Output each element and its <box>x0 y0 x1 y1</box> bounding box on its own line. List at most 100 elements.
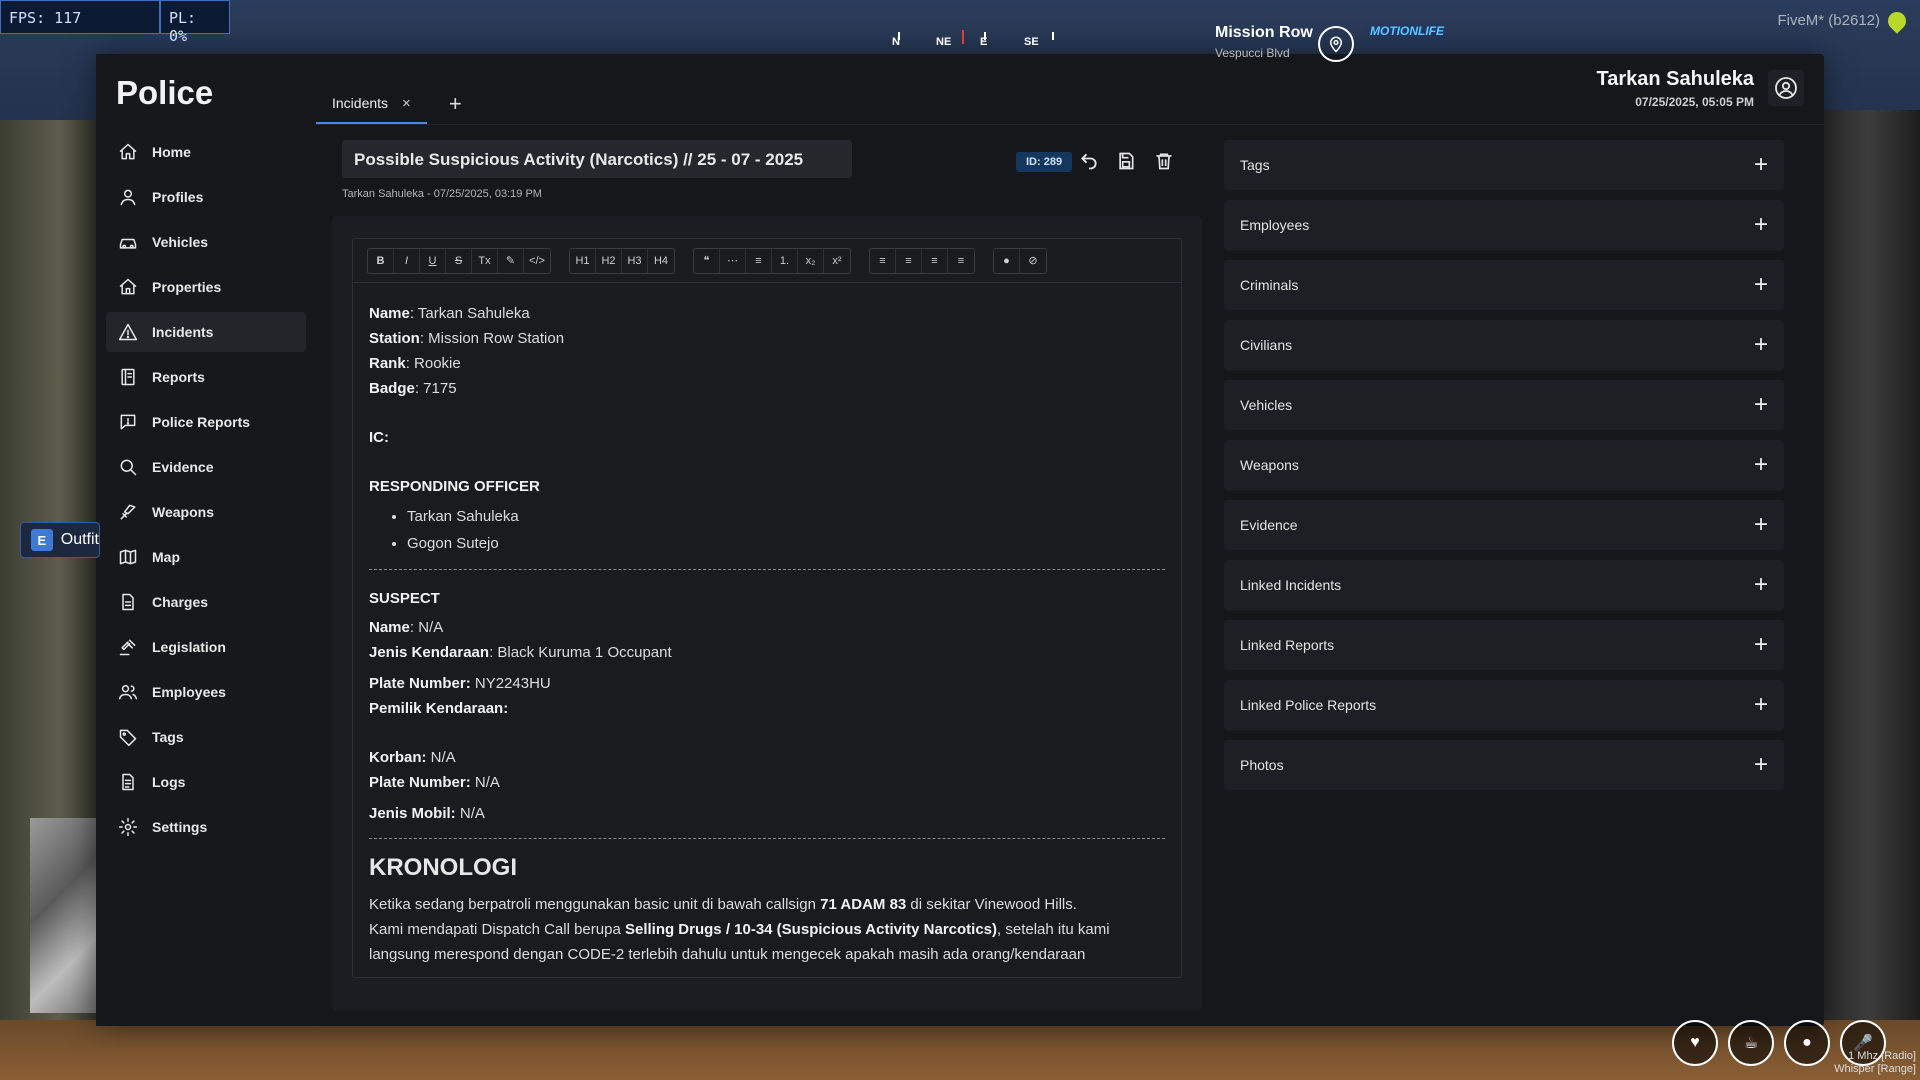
sidebar-item-weapons[interactable]: Weapons <box>106 492 306 532</box>
strike-button[interactable]: S <box>446 248 472 273</box>
bullet-list-button[interactable]: ≡ <box>746 248 772 273</box>
section-criminals: Criminals + <box>1224 260 1784 310</box>
sidebar-item-logs[interactable]: Logs <box>106 762 306 802</box>
user-name: Tarkan Sahuleka <box>1596 68 1754 90</box>
plus-icon[interactable]: + <box>1754 511 1768 539</box>
sidebar: Police Home Profiles Vehicles Properties Inc… <box>96 54 316 1026</box>
save-button[interactable] <box>1113 148 1139 174</box>
victim-label: Korban: <box>369 749 427 766</box>
compass-e: E <box>980 36 988 48</box>
user-icon <box>120 189 136 206</box>
incident-meta: Tarkan Sahuleka - 07/25/2025, 03:19 PM <box>342 188 542 200</box>
sidebar-item-label: Vehicles <box>152 234 209 250</box>
sidebar-item-evidence[interactable]: Evidence <box>106 447 306 487</box>
list-item: Gogon Sutejo <box>407 530 1165 557</box>
clear-format-button[interactable]: Tx <box>472 248 498 273</box>
delete-button[interactable] <box>1151 148 1177 174</box>
bold-button[interactable]: B <box>368 248 394 273</box>
sidebar-item-charges[interactable]: Charges <box>106 582 306 622</box>
fivem-icon <box>1884 8 1910 34</box>
horizontal-rule-button[interactable]: ⋯ <box>720 248 746 273</box>
sidebar-item-vehicles[interactable]: Vehicles <box>106 222 306 262</box>
voice-status: 1 Mhz [Radio] Whisper [Range] <box>1834 1050 1916 1076</box>
sidebar-item-label: Evidence <box>152 459 214 475</box>
police-mdt-window: Police Home Profiles Vehicles Properties Inc… <box>96 54 1824 1026</box>
sidebar-item-label: Reports <box>152 369 205 385</box>
avatar[interactable] <box>1768 70 1804 106</box>
house-icon <box>119 278 137 295</box>
sidebar-item-home[interactable]: Home <box>106 132 306 172</box>
editor-content[interactable]: Name: Tarkan Sahuleka Station: Mission R… <box>353 283 1181 977</box>
sidebar-item-properties[interactable]: Properties <box>106 267 306 307</box>
compass-ne: NE <box>936 36 952 48</box>
italic-button[interactable]: I <box>394 248 420 273</box>
plus-icon[interactable]: + <box>1754 451 1768 479</box>
sidebar-item-tags[interactable]: Tags <box>106 717 306 757</box>
divider <box>369 569 1165 570</box>
section-photos: Photos + <box>1224 740 1784 790</box>
victim-car-value: N/A <box>455 805 485 822</box>
sidebar-item-reports[interactable]: Reports <box>106 357 306 397</box>
plus-icon[interactable]: + <box>1754 751 1768 779</box>
victim-value: N/A <box>426 749 456 766</box>
ordered-list-button[interactable]: 1. <box>772 248 798 273</box>
plus-icon[interactable]: + <box>1754 631 1768 659</box>
responding-officer-heading: RESPONDING OFFICER <box>369 478 540 495</box>
code-button[interactable]: </> <box>524 249 550 273</box>
gear-icon <box>118 817 138 837</box>
sidebar-item-profiles[interactable]: Profiles <box>106 177 306 217</box>
plus-icon[interactable]: + <box>1754 211 1768 239</box>
rank-label: Rank <box>369 355 406 372</box>
compass: N NE E SE <box>870 28 1060 54</box>
interaction-prompt: E Outfit <box>20 522 100 558</box>
incident-editor-column: Possible Suspicious Activity (Narcotics)… <box>332 140 1202 1010</box>
quote-button[interactable]: ❝ <box>694 248 720 273</box>
sidebar-item-employees[interactable]: Employees <box>106 672 306 712</box>
sidebar-item-police-reports[interactable]: Police Reports <box>106 402 306 442</box>
align-group: ≡ ≡ ≡ ≡ <box>869 247 975 274</box>
subscript-button[interactable]: x₂ <box>798 248 824 273</box>
sidebar-item-legislation[interactable]: Legislation <box>106 627 306 667</box>
tab-close-icon[interactable]: × <box>402 95 411 112</box>
badge-value: : 7175 <box>414 380 457 397</box>
h2-button[interactable]: H2 <box>596 248 622 273</box>
suspect-owner-label: Pemilik Kendaraan: <box>369 700 509 717</box>
tab-incidents[interactable]: Incidents × <box>316 84 427 124</box>
suspect-plate-value: NY2243HU <box>470 675 551 692</box>
align-center-button[interactable]: ≡ <box>896 248 922 273</box>
victim-plate-label: Plate Number: <box>369 774 471 791</box>
sidebar-item-map[interactable]: Map <box>106 537 306 577</box>
sidebar-item-label: Police Reports <box>152 414 251 430</box>
add-tab-button[interactable]: + <box>449 84 462 124</box>
h4-button[interactable]: H4 <box>648 249 674 273</box>
rich-text-editor[interactable]: B I U S Tx ✎ </> H1 H2 H3 H4 ❝ ⋯ ≡ 1. x₂… <box>352 238 1182 978</box>
log-icon <box>122 773 134 791</box>
plus-icon[interactable]: + <box>1754 271 1768 299</box>
align-left-button[interactable]: ≡ <box>870 248 896 273</box>
h3-button[interactable]: H3 <box>622 248 648 273</box>
plus-icon[interactable]: + <box>1754 151 1768 179</box>
officer-list: Tarkan Sahuleka Gogon Sutejo <box>407 503 1165 557</box>
undo-button[interactable] <box>1076 148 1102 174</box>
plus-icon[interactable]: + <box>1754 691 1768 719</box>
clear-color-button[interactable]: ⊘ <box>1020 249 1046 273</box>
sidebar-item-settings[interactable]: Settings <box>106 807 306 847</box>
plus-icon[interactable]: + <box>1754 571 1768 599</box>
align-justify-button[interactable]: ≡ <box>922 248 948 273</box>
plus-icon[interactable]: + <box>1754 331 1768 359</box>
highlight-button[interactable]: ✎ <box>498 248 524 273</box>
sidebar-item-incidents[interactable]: Incidents <box>106 312 306 352</box>
plus-icon[interactable]: + <box>1754 391 1768 419</box>
sidebar-item-label: Profiles <box>152 189 204 205</box>
underline-button[interactable]: U <box>420 248 446 273</box>
linked-sections: Tags + Employees + Criminals + Civilians + Vehic… <box>1224 140 1784 800</box>
align-right-button[interactable]: ≡ <box>948 249 974 273</box>
section-employees: Employees + <box>1224 200 1784 250</box>
text-color-button[interactable]: ● <box>994 248 1020 273</box>
list-item: Tarkan Sahuleka <box>407 503 1165 530</box>
h1-button[interactable]: H1 <box>570 248 596 273</box>
superscript-button[interactable]: x² <box>824 249 850 273</box>
sidebar-item-label: Weapons <box>152 504 214 520</box>
incident-title-input[interactable]: Possible Suspicious Activity (Narcotics)… <box>342 140 852 178</box>
divider <box>369 838 1165 839</box>
